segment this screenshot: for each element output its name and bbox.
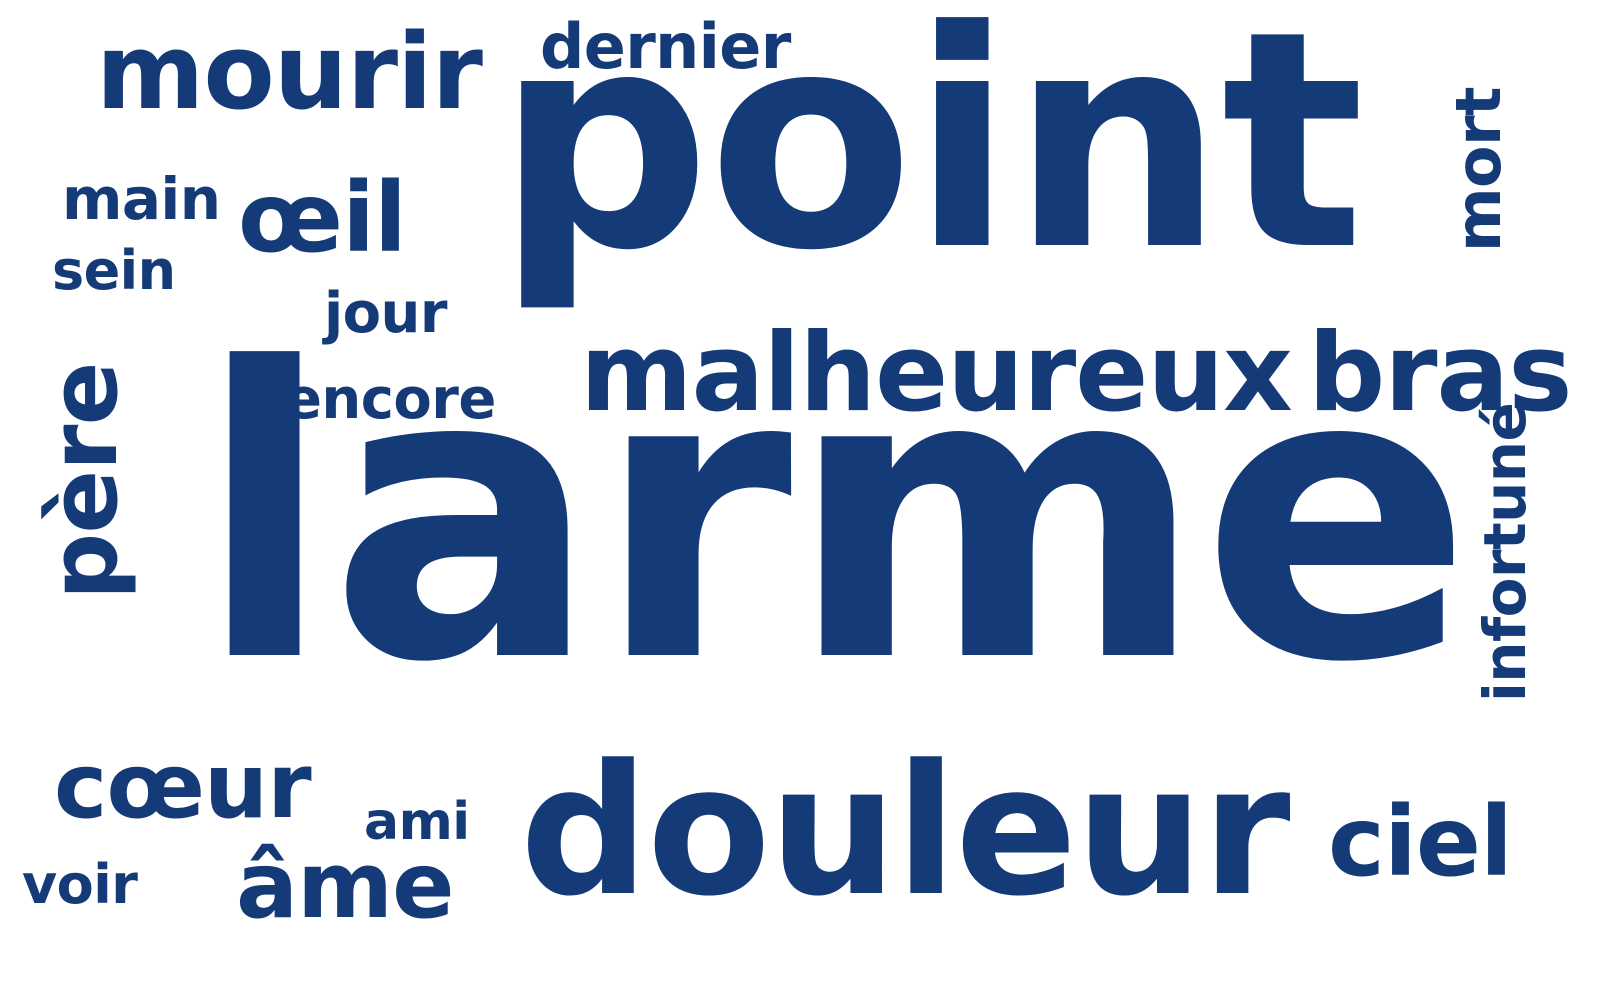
word-ami: ami <box>364 792 470 852</box>
word-douleur: douleur <box>520 727 1291 936</box>
word-oeil: œil <box>238 162 407 274</box>
word-malheureux: malheureux <box>580 311 1293 436</box>
word-infortune: infortuné <box>1471 402 1539 702</box>
word-ciel: ciel <box>1328 786 1513 898</box>
word-coeur: cœur <box>54 734 312 839</box>
word-cloud: larme point douleur malheureux bras mour… <box>0 0 1600 1000</box>
word-sein: sein <box>52 239 176 302</box>
word-ame: âme <box>236 832 455 939</box>
word-mort: mort <box>1442 87 1515 252</box>
word-mourir: mourir <box>96 11 483 133</box>
word-main: main <box>62 165 221 233</box>
word-pere: père <box>30 362 139 600</box>
word-encore: encore <box>284 367 496 432</box>
word-jour: jour <box>324 281 447 346</box>
word-dernier: dernier <box>540 10 791 83</box>
word-voir: voir <box>22 853 138 916</box>
